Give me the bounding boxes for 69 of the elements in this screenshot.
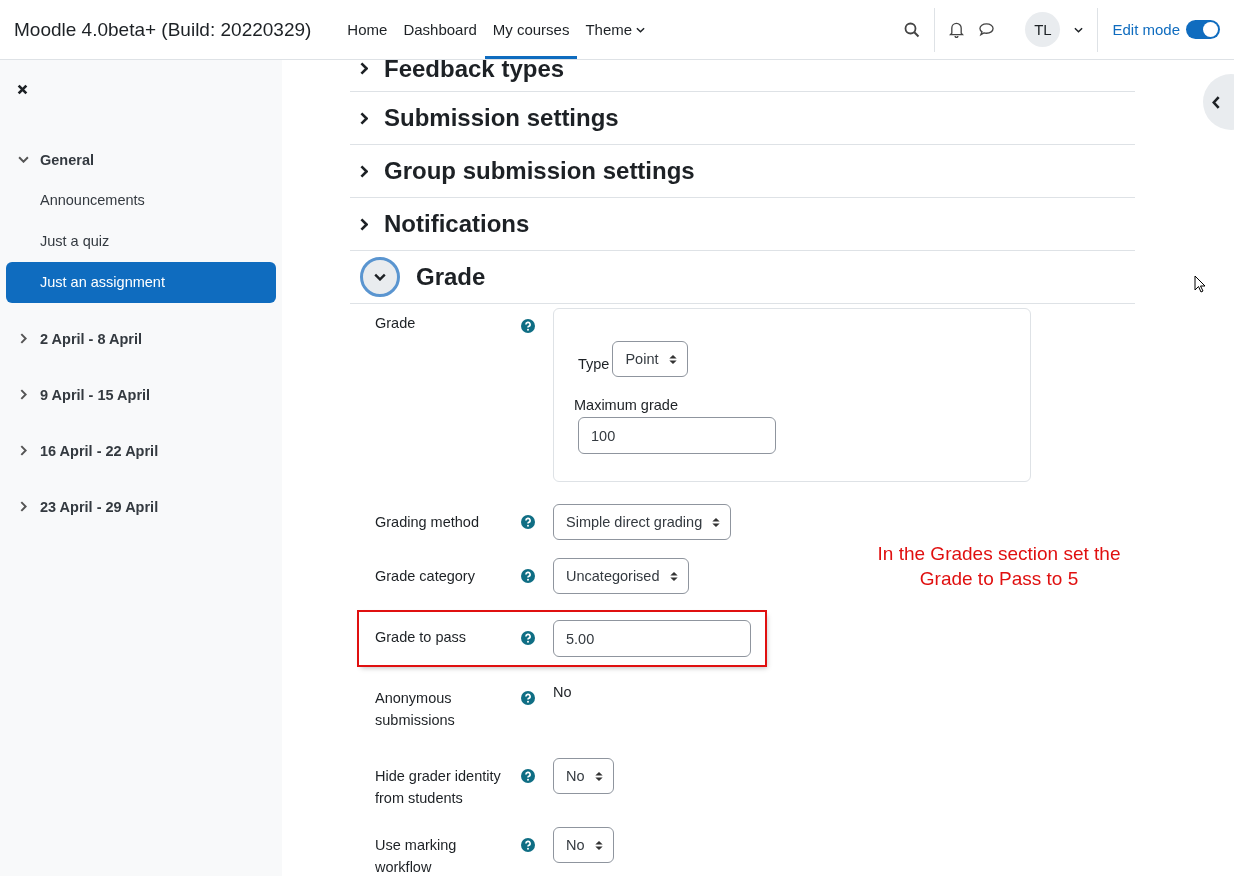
activity-link[interactable]: Announcements <box>6 180 276 221</box>
collapse-button[interactable] <box>360 257 400 297</box>
caret-icon[interactable] <box>1074 26 1084 33</box>
edit-mode-label: Edit mode <box>1112 21 1180 38</box>
dropdown-select[interactable]: Simple direct grading <box>553 504 732 540</box>
annotation-note: In the Grades section set the Grade to Pass to 5 <box>876 542 1122 591</box>
activity-link[interactable]: Just an assignment <box>6 262 276 303</box>
dropdown-select[interactable]: No <box>553 758 614 794</box>
help-icon[interactable] <box>521 515 535 529</box>
maximum-grade-field[interactable]: 100 <box>578 417 776 454</box>
chevron-icon[interactable] <box>360 217 368 231</box>
chevron-icon[interactable] <box>20 501 27 512</box>
field-label: Use marking workflow <box>375 836 458 876</box>
section-link[interactable]: 2 April - 8 April <box>40 330 143 347</box>
field-label: Grade <box>375 314 417 333</box>
chevron-icon[interactable] <box>20 389 27 400</box>
chevron-icon[interactable] <box>20 445 27 456</box>
field-label: Grade category <box>375 567 476 586</box>
chevron-icon <box>1212 95 1221 109</box>
chevron-icon[interactable] <box>360 164 368 178</box>
chevron-icon[interactable] <box>360 111 368 125</box>
edit-mode-toggle[interactable] <box>1186 20 1220 39</box>
field-label: Anonymous submissions <box>375 689 456 730</box>
sort-arrows-icon <box>669 570 678 582</box>
help-icon[interactable] <box>521 769 535 783</box>
grade-to-pass-field[interactable]: 5.00 <box>553 620 751 657</box>
search-icon[interactable] <box>904 21 921 38</box>
sort-arrows-icon <box>594 770 603 782</box>
field-label: Hide grader identity from students <box>375 767 502 808</box>
nav-link[interactable]: My courses <box>484 0 578 59</box>
section-heading[interactable]: Group submission settings <box>384 157 695 185</box>
sort-arrows-icon <box>668 353 677 365</box>
section-heading[interactable]: Notifications <box>384 210 530 238</box>
field-value: No <box>553 683 572 702</box>
section-link[interactable]: 16 April - 22 April <box>40 442 159 459</box>
nav-link[interactable]: Theme <box>577 0 654 59</box>
site-name[interactable]: Moodle 4.0beta+ (Build: 20220329) <box>14 18 312 41</box>
bell-icon[interactable] <box>949 21 965 38</box>
help-icon[interactable] <box>521 838 535 852</box>
section-link[interactable]: 9 April - 15 April <box>40 386 151 403</box>
chevron-icon[interactable] <box>360 62 368 75</box>
field-label: Grading method <box>375 513 480 532</box>
chevron-icon[interactable] <box>18 156 29 163</box>
cursor-icon <box>1194 275 1206 293</box>
help-icon[interactable] <box>521 631 535 645</box>
section-link[interactable]: General <box>40 151 94 168</box>
chat-bubble-icon[interactable] <box>978 22 996 37</box>
help-icon[interactable] <box>521 319 535 333</box>
section-heading[interactable]: Feedback types <box>384 60 565 84</box>
nav-link[interactable]: Home <box>339 0 396 59</box>
help-icon[interactable] <box>521 691 535 705</box>
close-icon[interactable] <box>17 84 28 95</box>
user-avatar[interactable]: TL <box>1025 12 1061 47</box>
nav-link[interactable]: Dashboard <box>395 0 485 59</box>
section-link[interactable]: 23 April - 29 April <box>40 498 159 515</box>
sort-arrows-icon <box>594 839 603 851</box>
field-label: Grade to pass <box>375 628 468 647</box>
field-label: Type <box>578 356 610 374</box>
type-select[interactable]: Point <box>612 341 688 377</box>
section-heading[interactable]: Submission settings <box>384 104 619 132</box>
help-icon[interactable] <box>521 569 535 583</box>
chevron-icon <box>374 273 386 281</box>
section-heading[interactable]: Grade <box>416 263 486 291</box>
chevron-icon[interactable] <box>20 333 27 344</box>
dropdown-select[interactable]: Uncategorised <box>553 558 689 594</box>
field-label: Maximum grade <box>574 397 679 413</box>
dropdown-select[interactable]: No <box>553 827 614 863</box>
sort-arrows-icon <box>712 516 721 528</box>
activity-link[interactable]: Just a quiz <box>6 221 276 262</box>
